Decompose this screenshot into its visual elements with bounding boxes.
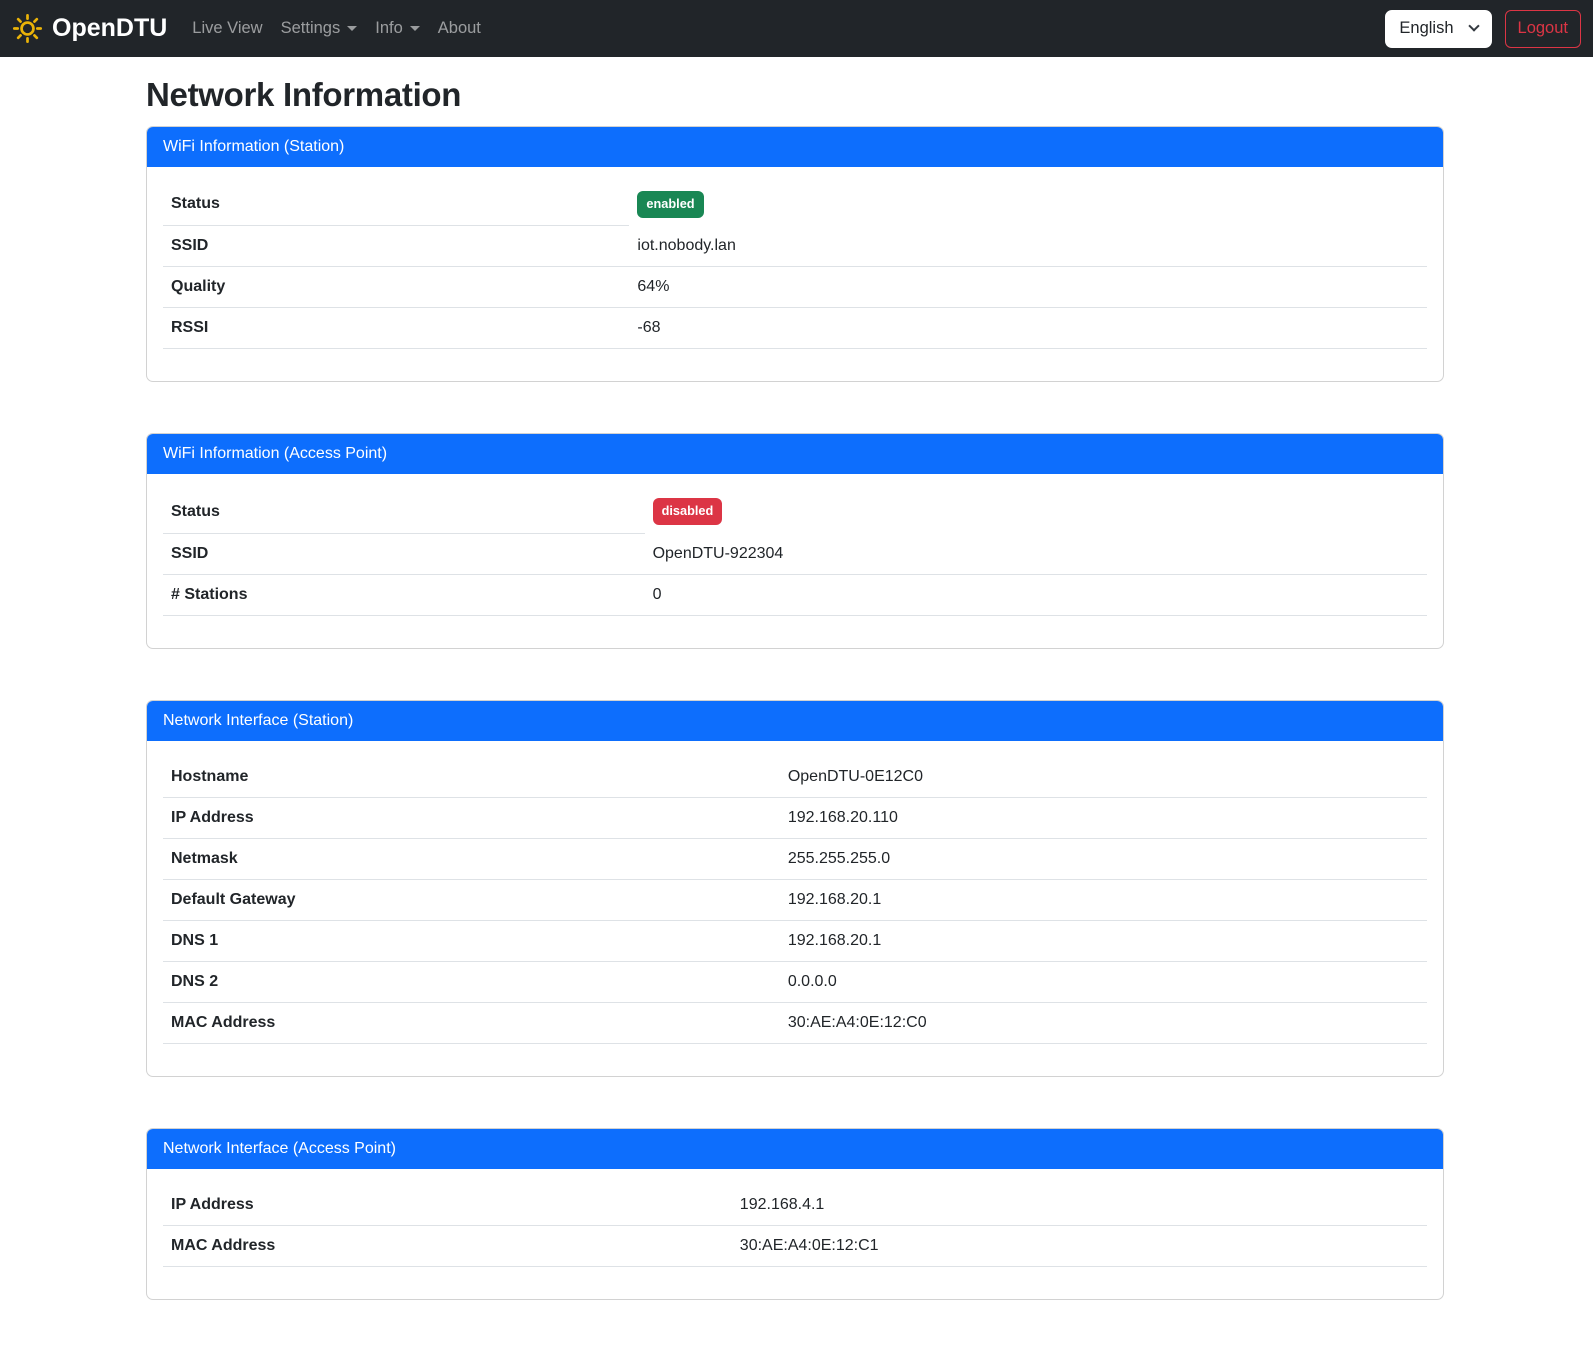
card-body: Status enabled SSIDiot.nobody.lanQuality64… [147, 167, 1443, 381]
card-network-interface-station: Network Interface (Station) HostnameOpenD… [146, 700, 1444, 1077]
row-value: 30:AE:A4:0E:12:C1 [732, 1225, 1427, 1266]
table-row: SSIDOpenDTU-922304 [163, 533, 1427, 574]
chevron-down-icon [1468, 20, 1479, 31]
row-value: 192.168.20.1 [780, 879, 1427, 920]
row-label: MAC Address [163, 1225, 732, 1266]
row-label: RSSI [163, 308, 629, 349]
row-label: MAC Address [163, 1002, 780, 1043]
brand-label: OpenDTU [52, 14, 167, 43]
row-value: 192.168.20.110 [780, 797, 1427, 838]
row-label: # Stations [163, 574, 645, 615]
table-row: RSSI-68 [163, 308, 1427, 349]
row-label: DNS 2 [163, 961, 780, 1002]
table-row: HostnameOpenDTU-0E12C0 [163, 757, 1427, 798]
row-value: OpenDTU-922304 [645, 533, 1427, 574]
row-value: 192.168.20.1 [780, 920, 1427, 961]
card-body: HostnameOpenDTU-0E12C0IP Address192.168.… [147, 741, 1443, 1076]
status-badge: disabled [653, 498, 723, 525]
nav-item-live-view[interactable]: Live View [183, 11, 271, 46]
brand-link[interactable]: OpenDTU [12, 13, 167, 44]
cards-root: WiFi Information (Station)StatusenabledS… [146, 126, 1444, 1300]
card-network-interface-access-point: Network Interface (Access Point) IP Addre… [146, 1128, 1444, 1300]
card-header: WiFi Information (Access Point) [147, 434, 1443, 474]
row-label: IP Address [163, 797, 780, 838]
row-label: SSID [163, 533, 645, 574]
row-value: -68 [629, 308, 1427, 349]
table-row: DNS 1192.168.20.1 [163, 920, 1427, 961]
row-label: IP Address [163, 1185, 732, 1226]
table-row: Status disabled [163, 490, 1427, 533]
row-value: 255.255.255.0 [780, 838, 1427, 879]
row-value: OpenDTU-0E12C0 [780, 757, 1427, 798]
row-value: enabled [629, 183, 1427, 226]
nav-item-label: Info [375, 19, 403, 37]
table-row: DNS 20.0.0.0 [163, 961, 1427, 1002]
row-label: DNS 1 [163, 920, 780, 961]
nav-item-about[interactable]: About [429, 11, 490, 46]
nav-item-settings[interactable]: Settings [272, 11, 367, 46]
row-label: Status [163, 490, 645, 533]
nav-item-info[interactable]: Info [366, 11, 429, 46]
language-select[interactable]: English [1385, 10, 1491, 48]
chevron-down-icon [347, 26, 357, 31]
table-row: MAC Address30:AE:A4:0E:12:C0 [163, 1002, 1427, 1043]
page-title: Network Information [146, 76, 1444, 114]
card-header: Network Interface (Access Point) [147, 1129, 1443, 1169]
row-label: Netmask [163, 838, 780, 879]
nav-item-label: Live View [192, 19, 262, 37]
table-row: Netmask255.255.255.0 [163, 838, 1427, 879]
content: Network Information WiFi Information (St… [146, 76, 1444, 1300]
nav-item-label: About [438, 19, 481, 37]
nav-item-label: Settings [281, 19, 341, 37]
table-row: SSIDiot.nobody.lan [163, 226, 1427, 267]
table-row: Status enabled [163, 183, 1427, 226]
table-row: MAC Address30:AE:A4:0E:12:C1 [163, 1225, 1427, 1266]
row-label: Status [163, 183, 629, 226]
row-value: iot.nobody.lan [629, 226, 1427, 267]
language-select-value: English [1399, 19, 1453, 38]
row-value: 0 [645, 574, 1427, 615]
table-row: IP Address192.168.20.110 [163, 797, 1427, 838]
info-table: Status disabled SSIDOpenDTU-922304# Statio… [163, 490, 1427, 615]
row-value: 30:AE:A4:0E:12:C0 [780, 1002, 1427, 1043]
navbar: OpenDTU Live View Settings Info About En… [0, 0, 1593, 57]
table-row: Quality64% [163, 267, 1427, 308]
logout-button[interactable]: Logout [1505, 10, 1581, 48]
row-value: disabled [645, 490, 1427, 533]
row-value: 192.168.4.1 [732, 1185, 1427, 1226]
row-label: Default Gateway [163, 879, 780, 920]
nav-links: Live View Settings Info About [183, 11, 1385, 46]
card-header: Network Interface (Station) [147, 701, 1443, 741]
info-table: Status enabled SSIDiot.nobody.lanQuality64… [163, 183, 1427, 349]
chevron-down-icon [410, 26, 420, 31]
table-row: # Stations0 [163, 574, 1427, 615]
navbar-right: English Logout [1385, 10, 1581, 48]
table-row: Default Gateway192.168.20.1 [163, 879, 1427, 920]
status-badge: enabled [637, 191, 703, 218]
row-value: 0.0.0.0 [780, 961, 1427, 1002]
table-row: IP Address192.168.4.1 [163, 1185, 1427, 1226]
sun-icon [12, 13, 43, 44]
card-wifi-information-station: WiFi Information (Station)StatusenabledS… [146, 126, 1444, 382]
info-table: HostnameOpenDTU-0E12C0IP Address192.168.… [163, 757, 1427, 1044]
card-body: IP Address192.168.4.1MAC Address30:AE:A4… [147, 1169, 1443, 1299]
info-table: IP Address192.168.4.1MAC Address30:AE:A4… [163, 1185, 1427, 1267]
row-value: 64% [629, 267, 1427, 308]
row-label: Quality [163, 267, 629, 308]
card-wifi-information-access-point: WiFi Information (Access Point) Status dis… [146, 433, 1444, 648]
card-header: WiFi Information (Station) [147, 127, 1443, 167]
card-body: Status disabled SSIDOpenDTU-922304# Statio… [147, 474, 1443, 647]
row-label: Hostname [163, 757, 780, 798]
row-label: SSID [163, 226, 629, 267]
